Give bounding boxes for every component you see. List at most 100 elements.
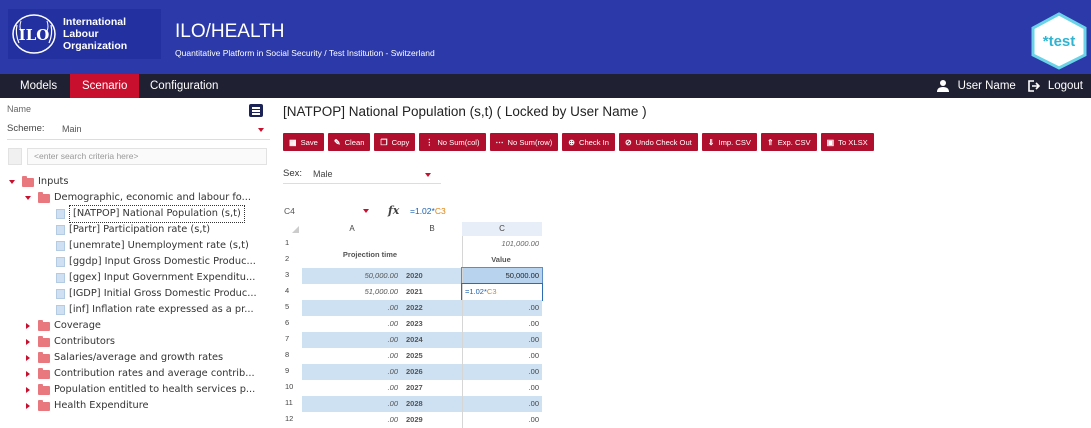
row-number[interactable]: 12 <box>280 412 302 428</box>
tree-node-demographic[interactable]: Demographic, economic and labour fo... <box>24 190 251 206</box>
cell-c6[interactable]: .00 <box>462 316 542 333</box>
cell-b4[interactable]: 2021 <box>402 284 462 300</box>
menu-configuration[interactable]: Configuration <box>138 74 230 98</box>
cell-b9[interactable]: 2026 <box>402 364 462 381</box>
cell-c4-editor[interactable]: =1.02*C3 <box>461 282 543 302</box>
cell-b5[interactable]: 2022 <box>402 300 462 317</box>
folder-icon <box>38 191 50 203</box>
ilo-logo[interactable]: ILO International Labour Organization <box>8 9 161 59</box>
cell-c2[interactable]: Value <box>462 252 542 269</box>
cell-c9[interactable]: .00 <box>462 364 542 381</box>
org-name: International Labour Organization <box>63 16 127 52</box>
tree-leaf-unemrate[interactable]: [unemrate] Unemployment rate (s,t) <box>56 238 249 254</box>
caret-right-icon[interactable] <box>24 370 32 378</box>
caret-right-icon[interactable] <box>24 402 32 410</box>
column-header-b[interactable]: B <box>402 222 462 236</box>
row-number[interactable]: 9 <box>280 364 302 380</box>
cell-b7[interactable]: 2024 <box>402 332 462 349</box>
cell-a4[interactable]: 51,000.00 <box>302 284 402 300</box>
select-all-corner[interactable] <box>280 222 302 236</box>
cell-a7[interactable]: .00 <box>302 332 402 349</box>
no-sum-col-button[interactable]: ⋮ No Sum(col) <box>419 133 486 151</box>
tree-node-contributors[interactable]: Contributors <box>24 334 115 350</box>
row-number[interactable]: 2 <box>280 252 302 268</box>
cell-reference[interactable]: C4 <box>284 206 295 216</box>
tree-node-contribution-rates[interactable]: Contribution rates and average contrib..… <box>24 366 255 382</box>
cell-c12[interactable]: .00 <box>462 412 542 428</box>
column-header-a[interactable]: A <box>302 222 402 236</box>
caret-right-icon[interactable] <box>24 386 32 394</box>
caret-down-icon[interactable] <box>8 178 16 186</box>
cell-a6[interactable]: .00 <box>302 316 402 332</box>
cell-b10[interactable]: 2027 <box>402 380 462 396</box>
chevron-down-icon[interactable] <box>363 209 369 213</box>
row-number[interactable]: 8 <box>280 348 302 364</box>
cell-c3[interactable]: 50,000.00 <box>461 266 543 286</box>
copy-label: Copy <box>391 137 410 147</box>
save-button[interactable]: ▦ Save <box>283 133 324 151</box>
formula-input[interactable]: =1.02*C3 <box>410 206 446 216</box>
tree-node-inputs[interactable]: Inputs <box>8 174 68 190</box>
cell-a11[interactable]: .00 <box>302 396 402 413</box>
cell-c5[interactable]: .00 <box>462 300 542 317</box>
tree-leaf-ggex[interactable]: [ggex] Input Government Expenditu... <box>56 270 255 286</box>
column-header-c[interactable]: C <box>462 222 542 236</box>
tree-leaf-ggdp[interactable]: [ggdp] Input Gross Domestic Produc... <box>56 254 256 270</box>
menu-scenario[interactable]: Scenario <box>70 74 140 98</box>
row-number[interactable]: 1 <box>280 236 302 252</box>
copy-button[interactable]: ❐ Copy <box>374 133 416 151</box>
row-number[interactable]: 3 <box>280 268 302 284</box>
caret-down-icon[interactable] <box>24 194 32 202</box>
to-xlsx-button[interactable]: ▣ To XLSX <box>820 133 874 151</box>
cell-c11[interactable]: .00 <box>462 396 542 413</box>
import-csv-button[interactable]: ⇓ Imp. CSV <box>701 133 757 151</box>
cell-a5[interactable]: .00 <box>302 300 402 317</box>
cell-c8[interactable]: .00 <box>462 348 542 365</box>
cell-c1[interactable]: 101,000.00 <box>462 236 542 253</box>
tree-leaf-partr[interactable]: [Partr] Participation rate (s,t) <box>56 222 210 238</box>
tree-leaf-igdp[interactable]: [IGDP] Initial Gross Domestic Produc... <box>56 286 257 302</box>
cell-b12[interactable]: 2029 <box>402 412 462 428</box>
clean-button[interactable]: ✎ Clean <box>327 133 371 151</box>
tree-node-salaries[interactable]: Salaries/average and growth rates <box>24 350 223 366</box>
cell-a9[interactable]: .00 <box>302 364 402 381</box>
cell-b3[interactable]: 2020 <box>402 268 462 285</box>
caret-right-icon[interactable] <box>24 354 32 362</box>
row-number[interactable]: 5 <box>280 300 302 316</box>
search-input[interactable]: <enter search criteria here> <box>27 148 267 165</box>
undo-check-out-button[interactable]: ⊘ Undo Check Out <box>618 133 698 151</box>
row-number[interactable]: 10 <box>280 380 302 396</box>
caret-right-icon[interactable] <box>24 322 32 330</box>
row-number[interactable]: 7 <box>280 332 302 348</box>
sidebar-menu-button[interactable] <box>249 104 263 117</box>
cell-a10[interactable]: .00 <box>302 380 402 396</box>
cell-a12[interactable]: .00 <box>302 412 402 428</box>
cell-c7[interactable]: .00 <box>462 332 542 349</box>
menu-models[interactable]: Models <box>8 74 69 98</box>
cell-b11[interactable]: 2028 <box>402 396 462 413</box>
sex-select[interactable]: Sex: Male <box>283 168 441 184</box>
tree-leaf-inf[interactable]: [inf] Inflation rate expressed as a pr..… <box>56 302 254 318</box>
tree-leaf-natpop[interactable]: [NATPOP] National Population (s,t) <box>56 205 245 223</box>
cell-b6[interactable]: 2023 <box>402 316 462 332</box>
caret-right-icon[interactable] <box>24 338 32 346</box>
user-name[interactable]: User Name <box>958 80 1016 92</box>
cell-c10[interactable]: .00 <box>462 380 542 397</box>
no-sum-row-label: No Sum(row) <box>507 137 553 147</box>
scheme-select[interactable]: Scheme: Main <box>7 123 270 140</box>
export-csv-button[interactable]: ⇑ Exp. CSV <box>760 133 817 151</box>
cell-b8[interactable]: 2025 <box>402 348 462 364</box>
logout-link[interactable]: Logout <box>1048 80 1083 92</box>
row-number[interactable]: 4 <box>280 284 302 300</box>
sex-label: Sex: <box>283 168 303 179</box>
tree-node-health-expenditure[interactable]: Health Expenditure <box>24 398 149 414</box>
row-number[interactable]: 6 <box>280 316 302 332</box>
row-number[interactable]: 11 <box>280 396 302 412</box>
tree-node-population-entitled[interactable]: Population entitled to health services p… <box>24 382 255 398</box>
no-sum-row-button[interactable]: ⋯ No Sum(row) <box>489 133 559 151</box>
tree-node-coverage[interactable]: Coverage <box>24 318 101 334</box>
logout-icon[interactable] <box>1026 79 1040 93</box>
check-in-button[interactable]: ⊕ Check In <box>562 133 615 151</box>
cell-a8[interactable]: .00 <box>302 348 402 364</box>
cell-a3[interactable]: 50,000.00 <box>302 268 402 285</box>
